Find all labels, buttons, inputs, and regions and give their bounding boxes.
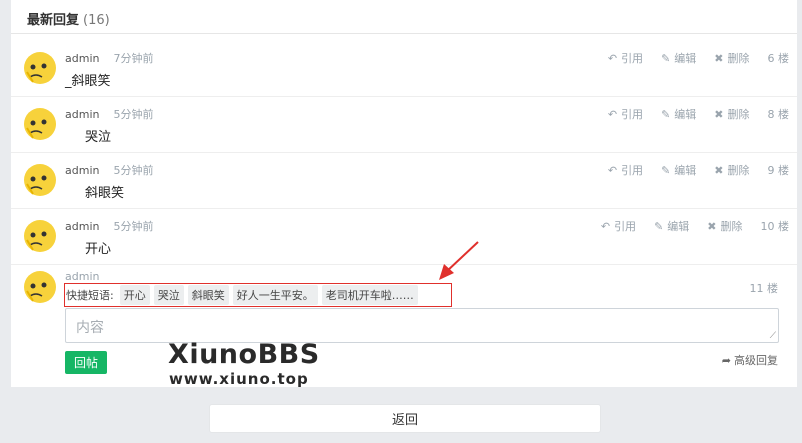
quote-button[interactable]: ↶ 引用	[608, 50, 643, 66]
reply-form: admin 快捷短语: 开心 哭泣 斜眼笑 好人一生平安。 老司机开车啦…… 1…	[11, 264, 797, 387]
quote-label: 引用	[614, 220, 637, 233]
delete-label: 删除	[727, 164, 750, 177]
floor-number: 10 楼	[760, 220, 790, 233]
post-meta: admin 7分钟前	[65, 50, 153, 66]
card-header: 最新回复 (16)	[11, 0, 797, 34]
reply-content-placeholder: 内容	[76, 320, 104, 336]
quote-button[interactable]: ↶ 引用	[608, 162, 643, 178]
post-actions: ↶ 引用 ✎ 编辑 ✖ 删除 9 楼	[590, 162, 789, 178]
post-meta: admin 5分钟前	[65, 106, 153, 122]
reply-arrow-icon: ↶	[600, 219, 611, 233]
quote-label: 引用	[621, 108, 644, 121]
avatar-face-icon	[22, 269, 58, 305]
avatar-face-icon[interactable]	[22, 50, 58, 86]
delete-label: 删除	[720, 220, 743, 233]
close-x-icon: ✖	[714, 163, 724, 177]
post-content: _斜眼笑	[65, 74, 111, 89]
reply-arrow-icon: ↶	[607, 163, 618, 177]
post-time: 5分钟前	[113, 220, 154, 233]
delete-button[interactable]: ✖ 删除	[707, 218, 742, 234]
post-time: 5分钟前	[113, 164, 154, 177]
post-content: 哭泣	[85, 130, 112, 145]
quick-phrase-chip[interactable]: 老司机开车啦……	[321, 285, 418, 305]
quick-phrases-bar: 快捷短语: 开心 哭泣 斜眼笑 好人一生平安。 老司机开车啦……	[64, 283, 452, 307]
quick-phrase-chip[interactable]: 哭泣	[153, 285, 184, 305]
watermark-url: www.xiuno.top	[169, 370, 309, 388]
post-actions: ↶ 引用 ✎ 编辑 ✖ 删除 6 楼	[590, 50, 789, 66]
post-time: 7分钟前	[113, 52, 154, 65]
delete-button[interactable]: ✖ 删除	[714, 106, 749, 122]
edit-button[interactable]: ✎ 编辑	[661, 50, 696, 66]
delete-label: 删除	[727, 108, 750, 121]
quote-button[interactable]: ↶ 引用	[608, 106, 643, 122]
edit-button[interactable]: ✎ 编辑	[661, 162, 696, 178]
annotation-arrow-icon	[439, 241, 479, 280]
reply-arrow-icon: ↶	[607, 107, 618, 121]
post-content: 开心	[85, 242, 112, 257]
edit-label: 编辑	[674, 164, 697, 177]
avatar-face-icon[interactable]	[22, 106, 58, 142]
quote-button[interactable]: ↶ 引用	[601, 218, 636, 234]
watermark-title: XiunoBBS	[168, 339, 320, 370]
edit-label: 编辑	[674, 108, 697, 121]
resize-grip-icon[interactable]: ⟋	[770, 331, 776, 341]
quick-phrase-chip[interactable]: 好人一生平安。	[232, 285, 318, 305]
share-arrow-icon: ➦	[721, 353, 731, 367]
edit-label: 编辑	[667, 220, 690, 233]
post-actions: ↶ 引用 ✎ 编辑 ✖ 删除 10 楼	[583, 218, 789, 234]
post-meta: admin 5分钟前	[65, 218, 153, 234]
quick-phrase-chip[interactable]: 开心	[119, 285, 150, 305]
post-row: admin 5分钟前 哭泣 ↶ 引用 ✎ 编辑 ✖ 删除 8 楼	[11, 97, 797, 153]
delete-button[interactable]: ✖ 删除	[714, 162, 749, 178]
back-button[interactable]: 返回	[209, 404, 601, 433]
close-x-icon: ✖	[714, 51, 724, 65]
floor-number: 8 楼	[767, 108, 790, 121]
post-row: admin 5分钟前 开心 ↶ 引用 ✎ 编辑 ✖ 删除 10 楼	[11, 209, 797, 265]
floor-number: 11 楼	[749, 282, 779, 295]
advanced-reply-label: 高级回复	[734, 354, 778, 367]
quote-label: 引用	[621, 164, 644, 177]
post-username[interactable]: admin	[65, 52, 99, 65]
edit-button[interactable]: ✎ 编辑	[654, 218, 689, 234]
post-username[interactable]: admin	[65, 164, 99, 177]
advanced-reply-link[interactable]: ➦ 高级回复	[722, 352, 778, 368]
floor-number: 9 楼	[767, 164, 790, 177]
post-actions: ↶ 引用 ✎ 编辑 ✖ 删除 8 楼	[590, 106, 789, 122]
close-x-icon: ✖	[714, 107, 724, 121]
delete-button[interactable]: ✖ 删除	[714, 50, 749, 66]
quote-label: 引用	[621, 52, 644, 65]
edit-button[interactable]: ✎ 编辑	[661, 106, 696, 122]
quick-phrase-chip[interactable]: 斜眼笑	[187, 285, 229, 305]
delete-label: 删除	[727, 52, 750, 65]
avatar-face-icon[interactable]	[22, 218, 58, 254]
post-content: 斜眼笑	[85, 186, 125, 201]
edit-pencil-icon: ✎	[661, 107, 671, 121]
post-row: admin 5分钟前 斜眼笑 ↶ 引用 ✎ 编辑 ✖ 删除 9 楼	[11, 153, 797, 209]
submit-reply-button[interactable]: 回帖	[65, 351, 107, 374]
post-row: admin 7分钟前 _斜眼笑 ↶ 引用 ✎ 编辑 ✖ 删除 6 楼	[11, 41, 797, 97]
quick-phrases-label: 快捷短语:	[66, 289, 114, 302]
floor-number: 6 楼	[767, 52, 790, 65]
reply-arrow-icon: ↶	[607, 51, 618, 65]
post-time: 5分钟前	[113, 108, 154, 121]
close-x-icon: ✖	[707, 219, 717, 233]
post-meta: admin 5分钟前	[65, 162, 153, 178]
post-username[interactable]: admin	[65, 108, 99, 121]
edit-pencil-icon: ✎	[661, 51, 671, 65]
edit-label: 编辑	[674, 52, 697, 65]
reply-card: 最新回复 (16) admin 7分钟前 _斜眼笑 ↶ 引用 ✎ 编辑 ✖ 删除 6 楼 …	[11, 0, 797, 387]
edit-pencil-icon: ✎	[661, 163, 671, 177]
post-username[interactable]: admin	[65, 220, 99, 233]
edit-pencil-icon: ✎	[654, 219, 664, 233]
reply-username: admin	[65, 270, 100, 283]
reply-content-input[interactable]: 内容 ⟋	[65, 308, 779, 343]
reply-count: (16)	[83, 13, 110, 28]
card-title: 最新回复	[27, 13, 80, 28]
avatar-face-icon[interactable]	[22, 162, 58, 198]
